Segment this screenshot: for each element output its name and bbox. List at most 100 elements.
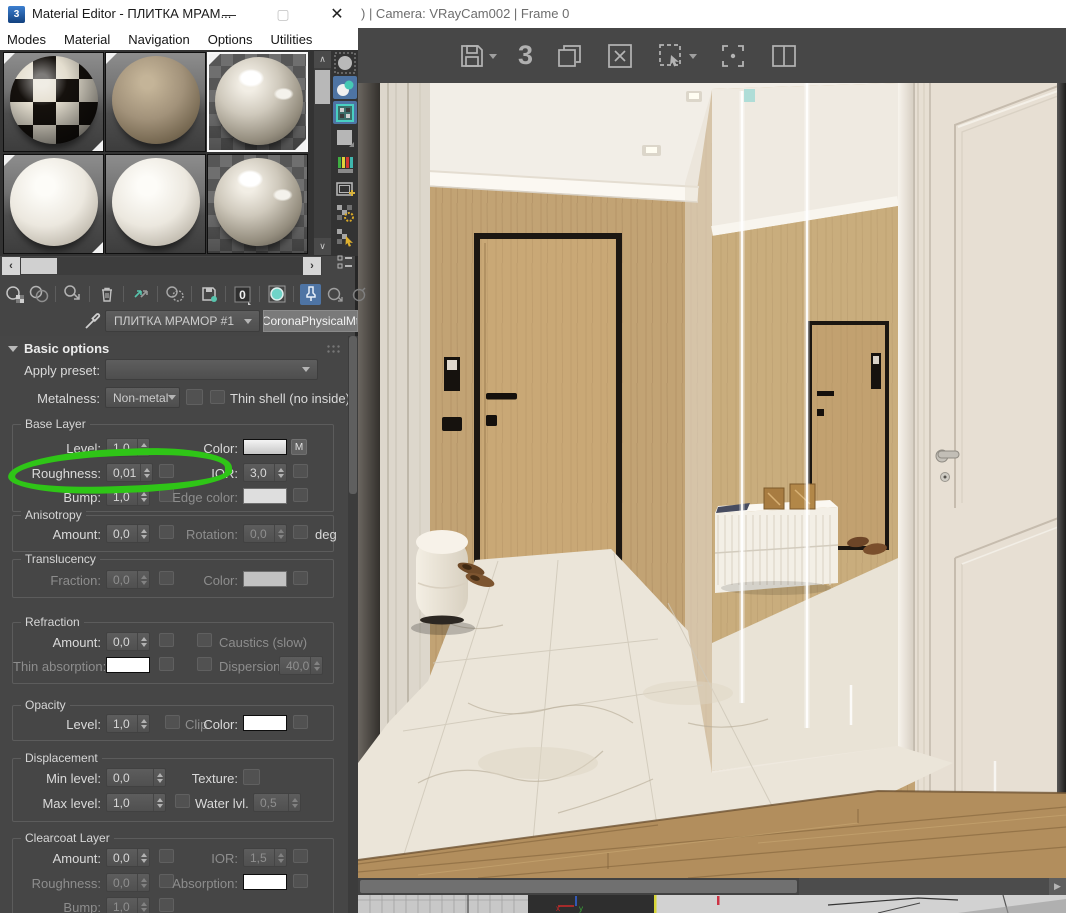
show-background-button[interactable] [266, 284, 287, 305]
get-material-button[interactable] [4, 284, 25, 305]
maximize-button[interactable]: ▢ [266, 0, 300, 28]
duplicate-buffer-button[interactable] [554, 41, 584, 71]
spinner-arrows-icon[interactable] [274, 849, 286, 866]
spinner-arrows-icon[interactable] [137, 525, 149, 542]
spinner-arrows-icon[interactable] [137, 633, 149, 650]
anisotropy-amount-spinner[interactable]: 0,0 [106, 524, 150, 543]
refraction-amount-spinner[interactable]: 0,0 [106, 632, 150, 651]
sample-slot-marble-selected[interactable] [207, 52, 308, 152]
sample-slot-marble-2[interactable] [207, 154, 308, 254]
edge-color-swatch[interactable] [243, 488, 287, 504]
parameters-scrollbar[interactable] [348, 336, 358, 913]
show-end-result-button[interactable] [324, 284, 345, 305]
material-id-channel-button[interactable]: 0 [232, 284, 253, 305]
caustics-checkbox[interactable] [197, 633, 212, 647]
ab-compare-button[interactable] [769, 41, 799, 71]
sample-slot-white-1[interactable] [3, 154, 104, 254]
sim-input-output-button[interactable] [130, 284, 151, 305]
backlight-toggle-icon[interactable] [333, 76, 357, 99]
level-spinner[interactable]: 1,0 [106, 438, 150, 457]
make-preview-icon[interactable] [333, 178, 357, 201]
metalness-dropdown[interactable]: Non-metal [105, 387, 180, 408]
viewport-sliver[interactable]: x y [358, 894, 1066, 913]
menu-material[interactable]: Material [64, 32, 110, 47]
material-class-button[interactable]: CoronaPhysicalMt [263, 310, 358, 332]
water-level-spinner[interactable]: 0,5 [253, 793, 301, 812]
menu-options[interactable]: Options [208, 32, 253, 47]
make-unique-button[interactable] [164, 284, 185, 305]
scrollbar-track[interactable] [799, 878, 1049, 895]
region-render-button[interactable] [656, 41, 698, 71]
scrollbar-thumb[interactable] [360, 880, 797, 893]
sample-slot-checker[interactable] [3, 52, 104, 152]
video-color-check-icon[interactable] [333, 153, 357, 176]
scroll-left-button[interactable]: ‹ [2, 257, 20, 275]
save-image-button[interactable] [458, 42, 497, 70]
render-window-titlebar[interactable]: ) | Camera: VRayCam002 | Frame 0 [358, 0, 1066, 28]
opacity-color-swatch[interactable] [243, 715, 287, 731]
opacity-level-spinner[interactable]: 1,0 [106, 714, 150, 733]
eyedropper-icon[interactable] [83, 311, 103, 336]
render-history-count[interactable]: 3 [518, 40, 533, 71]
translucency-color-swatch[interactable] [243, 571, 287, 587]
palette-horizontal-scrollbar[interactable]: ‹ › [2, 257, 322, 275]
thin-shell-checkbox[interactable] [210, 390, 225, 404]
texture-map-slot-button[interactable] [243, 769, 260, 785]
bump-spinner[interactable]: 1,0 [106, 487, 150, 506]
rotation-spinner[interactable]: 0,0 [243, 524, 287, 543]
spinner-arrows-icon[interactable] [153, 794, 165, 811]
menu-navigation[interactable]: Navigation [128, 32, 189, 47]
absorption-map-slot-button[interactable] [293, 874, 308, 888]
spinner-arrows-icon[interactable] [137, 439, 149, 456]
spinner-arrows-icon[interactable] [274, 525, 286, 542]
material-name-dropdown[interactable]: ПЛИТКА МРАМОР #1 [105, 310, 260, 332]
menu-utilities[interactable]: Utilities [271, 32, 313, 47]
menu-modes[interactable]: Modes [7, 32, 46, 47]
clear-image-button[interactable] [605, 41, 635, 71]
scrollbar-thumb[interactable] [349, 336, 357, 494]
spinner-arrows-icon[interactable] [140, 464, 152, 481]
apply-preset-dropdown[interactable] [105, 359, 318, 380]
delete-material-button[interactable] [96, 284, 117, 305]
fraction-spinner[interactable]: 0,0 [106, 570, 150, 589]
sample-slot-wood[interactable] [105, 52, 206, 152]
opacity-color-map-slot-button[interactable] [293, 715, 308, 729]
dispersion-spinner[interactable]: 40,0 [279, 656, 323, 675]
palette-vertical-scrollbar[interactable]: ∧ ∨ [314, 51, 331, 255]
spinner-arrows-icon[interactable] [137, 849, 149, 866]
scroll-right-button[interactable]: ▶ [1049, 878, 1066, 895]
spinner-arrows-icon[interactable] [137, 898, 149, 913]
sample-type-sphere-icon[interactable] [333, 51, 357, 74]
color-map-button[interactable]: M [291, 439, 307, 455]
dispersion-checkbox[interactable] [197, 657, 212, 671]
clearcoat-ior-map-slot-button[interactable] [293, 849, 308, 863]
options-icon[interactable] [333, 202, 357, 225]
clearcoat-bump-spinner[interactable]: 1,0 [106, 897, 150, 913]
max-level-spinner[interactable]: 1,0 [106, 793, 166, 812]
spinner-arrows-icon[interactable] [274, 464, 286, 481]
clearcoat-bump-map-slot-button[interactable] [159, 898, 174, 912]
material-map-navigator-icon[interactable] [333, 250, 357, 273]
scrollbar-thumb[interactable] [21, 258, 57, 274]
rotation-map-slot-button[interactable] [293, 525, 308, 539]
spinner-arrows-icon[interactable] [137, 715, 149, 732]
absorption-swatch[interactable] [243, 874, 287, 890]
ior-spinner[interactable]: 3,0 [243, 463, 287, 482]
background-toggle-icon[interactable] [333, 101, 357, 124]
spinner-arrows-icon[interactable] [137, 571, 149, 588]
assign-material-button[interactable] [62, 284, 83, 305]
titlebar[interactable]: 3 Material Editor - ПЛИТКА МРАМ... — ▢ ✕ [0, 0, 358, 28]
clearcoat-roughness-spinner[interactable]: 0,0 [106, 873, 150, 892]
translucency-color-map-slot-button[interactable] [293, 571, 308, 585]
sample-slot-white-2[interactable] [105, 154, 206, 254]
scroll-up-button[interactable]: ∧ [314, 51, 331, 68]
sample-tiling-icon[interactable] [333, 126, 357, 149]
render-horizontal-scrollbar[interactable]: ▶ [358, 878, 1066, 895]
spinner-arrows-icon[interactable] [310, 657, 322, 674]
roughness-spinner[interactable]: 0,01 [106, 463, 153, 482]
spinner-arrows-icon[interactable] [137, 874, 149, 891]
spinner-arrows-icon[interactable] [288, 794, 300, 811]
ior-map-slot-button[interactable] [293, 464, 308, 478]
rendered-image[interactable] [358, 83, 1066, 878]
scrollbar-thumb[interactable] [315, 70, 330, 104]
